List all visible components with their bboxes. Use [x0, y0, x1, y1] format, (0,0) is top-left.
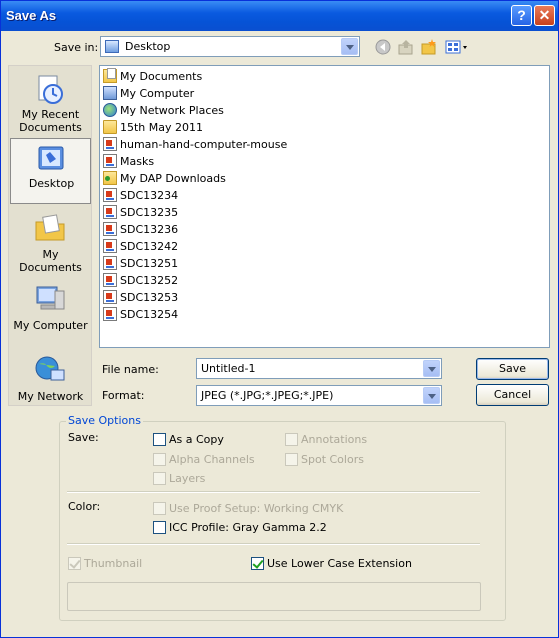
chevron-down-icon[interactable]	[423, 360, 440, 377]
separator	[67, 543, 480, 545]
file-name: My Computer	[120, 87, 195, 100]
file-name-input[interactable]: Untitled-1	[196, 358, 442, 379]
file-name: SDC13252	[120, 274, 179, 287]
back-icon[interactable]	[375, 39, 391, 55]
file-name-label: File name:	[102, 363, 159, 376]
image-file-icon	[103, 307, 117, 321]
my-documents-icon	[35, 214, 65, 241]
image-file-icon	[103, 273, 117, 287]
places-bar: My Recent Documents Desktop My Documents …	[8, 65, 92, 406]
file-name: SDC13253	[120, 291, 179, 304]
desktop-icon	[105, 40, 119, 53]
color-label: Color:	[68, 500, 101, 513]
save-options-legend: Save Options	[66, 414, 143, 427]
views-menu-icon[interactable]	[445, 39, 469, 55]
image-file-icon	[103, 137, 117, 151]
place-label: Desktop	[28, 177, 75, 190]
dap-folder-icon	[103, 171, 117, 185]
desktop-icon	[38, 146, 64, 170]
image-file-icon	[103, 239, 117, 253]
file-name-value: Untitled-1	[201, 362, 256, 375]
save-button[interactable]: Save	[476, 358, 549, 380]
place-my-network[interactable]: My Network	[10, 350, 91, 416]
image-file-icon	[103, 154, 117, 168]
place-desktop[interactable]: Desktop	[10, 138, 91, 204]
my-documents-icon	[103, 68, 117, 83]
annotations-label: Annotations	[301, 433, 368, 446]
image-file-icon	[103, 205, 117, 219]
file-name: SDC13236	[120, 223, 179, 236]
place-label: Documents	[19, 121, 82, 134]
save-in-value: Desktop	[125, 40, 171, 53]
file-list[interactable]: My Documents My Computer My Network Plac…	[99, 65, 550, 348]
file-name: SDC13235	[120, 206, 179, 219]
separator	[67, 491, 480, 493]
file-name: 15th May 2011	[120, 121, 204, 134]
image-file-icon	[103, 188, 117, 202]
title-bar[interactable]: Save As ? ✕	[1, 1, 558, 31]
annotations-checkbox[interactable]	[285, 433, 298, 446]
file-name: SDC13251	[120, 257, 179, 270]
format-label: Format:	[102, 389, 145, 402]
help-button[interactable]: ?	[511, 5, 532, 26]
place-label: My Network	[17, 390, 84, 403]
image-file-icon	[103, 256, 117, 270]
alpha-channels-label: Alpha Channels	[169, 453, 255, 466]
network-places-icon	[103, 103, 117, 117]
status-panel	[67, 582, 481, 611]
recent-documents-icon	[38, 75, 63, 104]
chevron-down-icon[interactable]	[341, 38, 358, 55]
save-label: Save:	[68, 431, 99, 444]
image-file-icon	[103, 290, 117, 304]
file-name: SDC13242	[120, 240, 179, 253]
place-label: My Documents	[19, 248, 82, 274]
file-name: SDC13254	[120, 308, 179, 321]
lower-case-extension-checkbox[interactable]	[251, 557, 264, 570]
my-computer-icon	[103, 86, 117, 100]
use-proof-setup-label: Use Proof Setup: Working CMYK	[169, 502, 344, 515]
chevron-down-icon[interactable]	[423, 387, 440, 404]
file-name: My DAP Downloads	[120, 172, 226, 185]
lower-case-extension-label: Use Lower Case Extension	[267, 557, 412, 570]
thumbnail-label: Thumbnail	[84, 557, 143, 570]
my-computer-icon	[36, 286, 65, 310]
thumbnail-checkbox[interactable]	[68, 557, 81, 570]
spot-colors-label: Spot Colors	[301, 453, 364, 466]
file-name: My Network Places	[120, 104, 224, 117]
layers-label: Layers	[169, 472, 206, 485]
file-name: SDC13234	[120, 189, 179, 202]
format-value: JPEG (*.JPG;*.JPEG;*.JPE)	[201, 389, 334, 402]
save-in-dropdown[interactable]: Desktop	[100, 36, 360, 57]
folder-icon	[103, 120, 117, 134]
place-label: My Recent	[21, 108, 80, 121]
spot-colors-checkbox[interactable]	[285, 453, 298, 466]
dialog-title: Save As	[6, 8, 57, 23]
as-a-copy-label: As a Copy	[169, 433, 224, 446]
icc-profile-label: ICC Profile: Gray Gamma 2.2	[169, 521, 327, 534]
cancel-button[interactable]: Cancel	[476, 384, 549, 406]
new-folder-icon[interactable]	[421, 39, 437, 55]
save-in-label: Save in:	[54, 41, 99, 54]
place-my-documents[interactable]: My Documents	[10, 208, 91, 274]
close-button[interactable]: ✕	[534, 5, 555, 26]
place-label: My Computer	[13, 319, 88, 332]
layers-checkbox[interactable]	[153, 472, 166, 485]
file-name: My Documents	[120, 70, 203, 83]
file-name: Masks	[120, 155, 155, 168]
save-as-dialog: Save As ? ✕ Save in: Desktop My Recent Do…	[0, 0, 559, 638]
as-a-copy-checkbox[interactable]	[153, 433, 166, 446]
my-network-icon	[35, 356, 65, 381]
place-my-computer[interactable]: My Computer	[10, 279, 91, 345]
use-proof-setup-checkbox[interactable]	[153, 502, 166, 515]
file-name: human-hand-computer-mouse	[120, 138, 288, 151]
alpha-channels-checkbox[interactable]	[153, 453, 166, 466]
up-folder-icon[interactable]	[398, 39, 414, 55]
format-dropdown[interactable]: JPEG (*.JPG;*.JPEG;*.JPE)	[196, 385, 442, 406]
image-file-icon	[103, 222, 117, 236]
icc-profile-checkbox[interactable]	[153, 521, 166, 534]
place-my-recent-documents[interactable]: My Recent Documents	[10, 70, 91, 136]
